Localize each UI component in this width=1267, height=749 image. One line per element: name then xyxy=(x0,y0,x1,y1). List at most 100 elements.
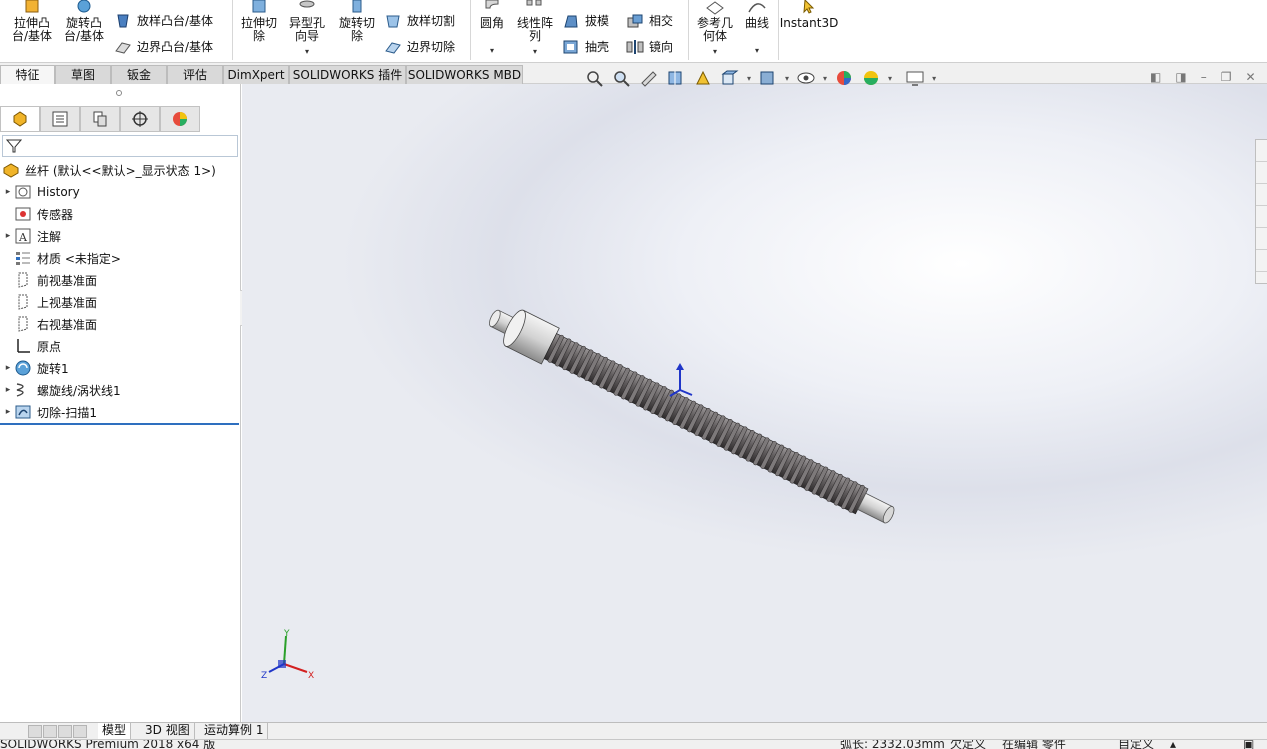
view-palette-icon[interactable] xyxy=(1256,206,1267,228)
restore-icon[interactable]: ❐ xyxy=(1221,70,1232,84)
mirror-button[interactable]: 镜向 xyxy=(626,38,673,55)
close-icon[interactable]: ✕ xyxy=(1245,70,1255,84)
revolve-cut-button[interactable]: 旋转切 除 xyxy=(334,0,380,43)
tab-3d-view[interactable]: 3D 视图 xyxy=(141,723,195,739)
design-library-icon[interactable] xyxy=(1256,162,1267,184)
tab-sketch[interactable]: 草图 xyxy=(55,65,111,84)
configuration-manager-tab[interactable] xyxy=(80,106,120,132)
apply-scene-dropdown-icon[interactable]: ▾ xyxy=(888,74,892,83)
expand-arrow-icon[interactable]: ▸ xyxy=(2,187,14,197)
apply-scene-icon[interactable] xyxy=(861,69,881,87)
previous-tab-button[interactable] xyxy=(43,725,57,738)
expand-arrow-icon[interactable]: ▸ xyxy=(2,363,14,373)
tab-solidworks-mbd[interactable]: SOLIDWORKS MBD xyxy=(406,65,523,84)
file-explorer-icon[interactable] xyxy=(1256,184,1267,206)
fillet-dropdown-icon[interactable]: ▾ xyxy=(490,44,494,57)
last-tab-button[interactable] xyxy=(73,725,87,738)
extrude-cut-button[interactable]: 拉伸切 除 xyxy=(236,0,282,43)
loft-cut-button[interactable]: 放样切割 xyxy=(384,12,455,29)
tree-item-origin[interactable]: 原点 xyxy=(14,335,61,357)
loft-boss-button[interactable]: 放样凸台/基体 xyxy=(114,12,213,29)
shell-button[interactable]: 抽壳 xyxy=(562,38,609,55)
tree-item-right-plane[interactable]: 右视基准面 xyxy=(14,313,97,335)
next-tab-button[interactable] xyxy=(58,725,72,738)
tree-filter-box[interactable] xyxy=(2,135,238,157)
tree-item-history[interactable]: ▸ History xyxy=(2,181,80,203)
fillet-button[interactable]: 圆角 ▾ xyxy=(474,0,510,57)
extrude-boss-button[interactable]: 拉伸凸 台/基体 xyxy=(8,0,56,43)
panel-grip-icon[interactable] xyxy=(116,90,122,96)
feature-tree-tab[interactable] xyxy=(0,106,40,132)
intersect-button[interactable]: 相交 xyxy=(626,12,673,29)
document-window-controls: ◧ ◨ – ❐ ✕ xyxy=(1150,70,1256,84)
hide-show-items-icon[interactable] xyxy=(796,69,816,87)
reference-geometry-dropdown-icon[interactable]: ▾ xyxy=(713,45,717,58)
revolve-boss-button[interactable]: 旋转凸 台/基体 xyxy=(60,0,108,43)
display-style-icon[interactable] xyxy=(758,69,778,87)
appearances-scenes-icon[interactable] xyxy=(1256,228,1267,250)
curves-dropdown-icon[interactable]: ▾ xyxy=(755,44,759,57)
edit-appearance-icon[interactable] xyxy=(834,69,854,87)
dimxpert-manager-tab[interactable] xyxy=(120,106,160,132)
expand-arrow-icon[interactable]: ▸ xyxy=(2,231,14,241)
plane-icon xyxy=(18,294,28,310)
graphics-area[interactable] xyxy=(242,84,1267,722)
boundary-cut-button[interactable]: 边界切除 xyxy=(384,38,455,55)
expand-arrow-icon[interactable]: ▸ xyxy=(2,407,14,417)
status-units[interactable]: 自定义 xyxy=(1118,740,1154,749)
status-help-icon[interactable]: ▣ xyxy=(1243,740,1254,749)
lead-screw-model[interactable] xyxy=(482,299,901,535)
minimize-icon[interactable]: – xyxy=(1201,70,1207,84)
previous-view-icon[interactable] xyxy=(639,69,659,87)
tree-item-material[interactable]: 材质 <未指定> xyxy=(14,247,121,269)
tree-item-cut-sweep1[interactable]: ▸ 切除-扫描1 xyxy=(2,401,97,423)
hide-show-dropdown-icon[interactable]: ▾ xyxy=(823,74,827,83)
draft-button[interactable]: 拔模 xyxy=(562,12,609,29)
display-manager-tab[interactable] xyxy=(160,106,200,132)
tree-root-part[interactable]: 丝杆 (默认<<默认>_显示状态 1>) xyxy=(2,159,216,181)
tab-evaluate[interactable]: 评估 xyxy=(167,65,223,84)
hole-wizard-dropdown-icon[interactable]: ▾ xyxy=(305,45,309,58)
reference-geometry-button[interactable]: 参考几 何体 ▾ xyxy=(692,0,738,58)
tab-motion-study[interactable]: 运动算例 1 xyxy=(200,723,269,739)
boundary-boss-button[interactable]: 边界凸台/基体 xyxy=(114,38,213,55)
tree-item-sensors[interactable]: 传感器 xyxy=(14,203,73,225)
feature-manager-tabs: › xyxy=(0,106,241,148)
tab-model[interactable]: 模型 xyxy=(98,723,132,739)
curves-button[interactable]: 曲线 ▾ xyxy=(740,0,774,57)
reference-triad[interactable]: Y X Z xyxy=(259,628,319,686)
expand-arrow-icon[interactable]: ▸ xyxy=(2,385,14,395)
tree-item-annotations[interactable]: ▸ A 注解 xyxy=(2,225,61,247)
linear-pattern-dropdown-icon[interactable]: ▾ xyxy=(533,45,537,58)
tab-dimxpert[interactable]: DimXpert xyxy=(223,65,289,84)
display-style-dropdown-icon[interactable]: ▾ xyxy=(785,74,789,83)
zoom-to-area-icon[interactable] xyxy=(612,69,632,87)
first-tab-button[interactable] xyxy=(28,725,42,738)
tree-item-helix1[interactable]: ▸ 螺旋线/涡状线1 xyxy=(2,379,121,401)
view-orientation-dropdown-icon[interactable]: ▾ xyxy=(747,74,751,83)
model-canvas[interactable] xyxy=(242,84,1267,722)
custom-properties-icon[interactable] xyxy=(1256,250,1267,272)
zoom-to-fit-icon[interactable] xyxy=(585,69,605,87)
dynamic-annotation-icon[interactable] xyxy=(693,69,713,87)
tab-sheet-metal[interactable]: 钣金 xyxy=(111,65,167,84)
solidworks-resources-icon[interactable] xyxy=(1256,140,1267,162)
view-settings-icon[interactable] xyxy=(905,69,925,87)
tile-left-icon[interactable]: ◧ xyxy=(1150,70,1161,84)
view-orientation-icon[interactable] xyxy=(720,69,740,87)
rollback-bar[interactable] xyxy=(0,423,239,425)
tree-item-revolve1[interactable]: ▸ 旋转1 xyxy=(2,357,69,379)
hole-wizard-button[interactable]: 异型孔 向导 ▾ xyxy=(284,0,330,58)
linear-pattern-button[interactable]: 线性阵 列 ▾ xyxy=(512,0,558,58)
tile-right-icon[interactable]: ◨ xyxy=(1175,70,1186,84)
section-view-icon[interactable] xyxy=(666,69,686,87)
status-units-dropdown-icon[interactable]: ▴ xyxy=(1170,740,1176,749)
view-settings-dropdown-icon[interactable]: ▾ xyxy=(932,74,936,83)
instant3d-button[interactable]: Instant3D xyxy=(780,0,838,30)
property-manager-tab[interactable] xyxy=(40,106,80,132)
tree-item-top-plane[interactable]: 上视基准面 xyxy=(14,291,97,313)
tree-item-front-plane[interactable]: 前视基准面 xyxy=(14,269,97,291)
revolve-feature-icon xyxy=(15,360,31,376)
tab-solidworks-addins[interactable]: SOLIDWORKS 插件 xyxy=(289,65,406,84)
tab-features[interactable]: 特征 xyxy=(0,65,55,84)
